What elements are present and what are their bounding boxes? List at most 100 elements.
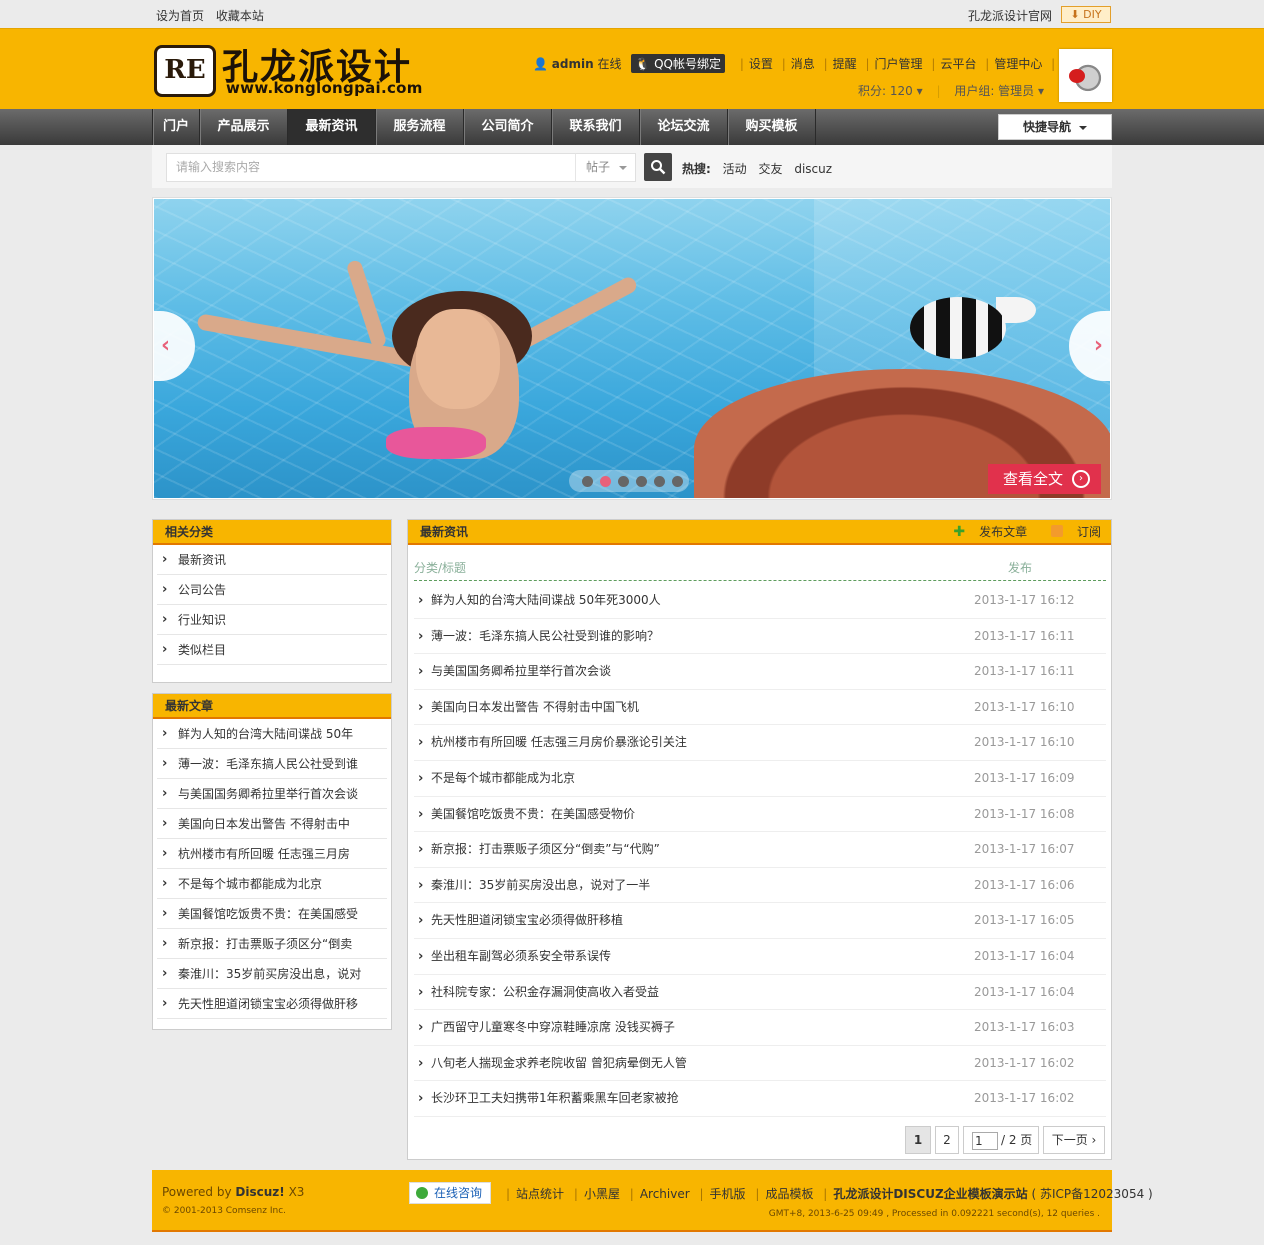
bookmark-link[interactable]: 收藏本站: [216, 9, 264, 23]
hot-search-item[interactable]: 交友: [758, 162, 782, 176]
rss-icon: [1050, 525, 1063, 537]
page-current: 1: [905, 1126, 931, 1154]
user-icon: 👤: [533, 57, 548, 71]
footer-icp[interactable]: ( 苏ICP备12023054 ): [1031, 1187, 1152, 1201]
latest-article-item[interactable]: 美国餐馆吃饭贵不贵：在美国感受: [157, 899, 387, 929]
chevron-left-icon: ‹: [161, 333, 171, 358]
qq-bind-button[interactable]: 🐧 QQ帐号绑定: [631, 54, 725, 73]
category-item[interactable]: 公司公告: [157, 575, 387, 605]
next-page-button[interactable]: 下一页 ›: [1043, 1126, 1105, 1154]
discuz-link[interactable]: Discuz!: [235, 1185, 284, 1199]
subscribe-button[interactable]: 订阅: [1041, 525, 1101, 539]
category-item[interactable]: 最新资讯: [157, 545, 387, 575]
search-bar: 请输入搜索内容 帖子 热搜: 活动 交友 discuz: [152, 145, 1112, 188]
latest-article-item[interactable]: 杭州楼市有所回暖 任志强三月房: [157, 839, 387, 869]
article-title-link[interactable]: 薄一波：毛泽东搞人民公社受到谁的影响？: [431, 619, 659, 654]
usergroup-dropdown[interactable]: 用户组: 管理员 ▾: [954, 84, 1044, 98]
nav-item-products[interactable]: 产品展示: [200, 109, 288, 145]
hot-search-item[interactable]: discuz: [794, 162, 832, 176]
avatar[interactable]: [1059, 49, 1112, 102]
article-title-link[interactable]: 坐出租车副驾必须系安全带系误传: [431, 939, 611, 974]
nav-item-buy[interactable]: 购买模板: [728, 109, 816, 145]
article-title-link[interactable]: 杭州楼市有所回暖 任志强三月房价暴涨论引关注: [431, 725, 687, 760]
article-title-link[interactable]: 美国餐馆吃饭贵不贵：在美国感受物价: [431, 797, 635, 832]
article-date: 2013-1-17 16:10: [974, 735, 1075, 750]
article-title-link[interactable]: 广西留守儿童寒冬中穿凉鞋睡凉席 没钱买褥子: [431, 1010, 675, 1045]
article-title-link[interactable]: 先天性胆道闭锁宝宝必须得做肝移植: [431, 903, 623, 938]
slider-dot[interactable]: [600, 476, 611, 487]
set-home-link[interactable]: 设为首页: [156, 9, 204, 23]
category-item[interactable]: 类似栏目: [157, 635, 387, 665]
post-article-button[interactable]: ✚ 发布文章: [943, 524, 1027, 540]
article-title-link[interactable]: 不是每个城市都能成为北京: [431, 761, 575, 796]
article-date: 2013-1-17 16:11: [974, 628, 1075, 643]
official-site-link[interactable]: 孔龙派设计官网: [968, 7, 1052, 24]
nav-item-about[interactable]: 公司简介: [464, 109, 552, 145]
table-row: 先天性胆道闭锁宝宝必须得做肝移植 2013-1-17 16:05: [414, 903, 1106, 939]
latest-article-item[interactable]: 秦淮川：35岁前买房没出息，说对: [157, 959, 387, 989]
online-consult-button[interactable]: 在线咨询: [409, 1182, 491, 1204]
page-jump[interactable]: 1/ 2 页: [963, 1126, 1039, 1154]
logo-url: www.konglongpai.com: [226, 79, 423, 97]
notifications-link[interactable]: 提醒: [833, 57, 857, 71]
article-title-link[interactable]: 新京报：打击票贩子须区分“倒卖”与“代购”: [431, 832, 660, 867]
banner-image[interactable]: [154, 199, 1110, 498]
nav-item-forum[interactable]: 论坛交流: [640, 109, 728, 145]
column-date: 发布: [1008, 561, 1033, 575]
latest-article-item[interactable]: 与美国国务卿希拉里举行首次会谈: [157, 779, 387, 809]
search-input[interactable]: 请输入搜索内容: [166, 153, 588, 182]
latest-article-item[interactable]: 薄一波：毛泽东搞人民公社受到谁: [157, 749, 387, 779]
article-title-link[interactable]: 长沙环卫工夫妇携带1年积蓄乘黑车回老家被抢: [431, 1081, 679, 1116]
admin-center-link[interactable]: 管理中心: [994, 57, 1042, 71]
article-title-link[interactable]: 八旬老人揣现金求养老院收留 曾犯病晕倒无人管: [431, 1046, 687, 1081]
latest-article-item[interactable]: 不是每个城市都能成为北京: [157, 869, 387, 899]
username-link[interactable]: admin: [552, 57, 594, 71]
slider-dot[interactable]: [618, 476, 629, 487]
portal-admin-link[interactable]: 门户管理: [875, 57, 923, 71]
footer-link-mobile[interactable]: 手机版: [710, 1187, 746, 1201]
slider-dot[interactable]: [654, 476, 665, 487]
search-button[interactable]: [644, 153, 672, 181]
article-title-link[interactable]: 美国向日本发出警告 不得射击中国飞机: [431, 690, 639, 725]
latest-articles-box: 最新文章 鲜为人知的台湾大陆间谍战 50年 薄一波：毛泽东搞人民公社受到谁 与美…: [152, 693, 392, 1030]
messages-link[interactable]: 消息: [791, 57, 815, 71]
article-title-link[interactable]: 鲜为人知的台湾大陆间谍战 50年死3000人: [431, 583, 661, 618]
copyright: © 2001-2013 Comsenz Inc.: [162, 1206, 287, 1216]
nav-item-portal[interactable]: 门户: [153, 109, 200, 145]
diy-button[interactable]: ⬇ DIY: [1061, 6, 1111, 23]
latest-article-item[interactable]: 新京报：打击票贩子须区分“倒卖: [157, 929, 387, 959]
footer-link-archiver[interactable]: Archiver: [640, 1187, 690, 1201]
footer-link-stats[interactable]: 站点统计: [516, 1187, 564, 1201]
nav-item-news[interactable]: 最新资讯: [288, 109, 376, 145]
slider-dot[interactable]: [672, 476, 683, 487]
site-logo[interactable]: RE 孔龙派设计 www.konglongpai.com: [154, 42, 444, 100]
nav-item-contact[interactable]: 联系我们: [552, 109, 640, 145]
category-item[interactable]: 行业知识: [157, 605, 387, 635]
footer-link-templates[interactable]: 成品模板: [765, 1187, 813, 1201]
slider-dot[interactable]: [636, 476, 647, 487]
categories-title: 相关分类: [153, 520, 391, 545]
settings-link[interactable]: 设置: [749, 57, 773, 71]
read-more-button[interactable]: 查看全文 ›: [988, 464, 1101, 494]
table-row: 秦淮川：35岁前买房没出息，说对了一半 2013-1-17 16:06: [414, 868, 1106, 904]
latest-article-item[interactable]: 先天性胆道闭锁宝宝必须得做肝移: [157, 989, 387, 1019]
slider-dot[interactable]: [582, 476, 593, 487]
footer-link-blacklist[interactable]: 小黑屋: [584, 1187, 620, 1201]
hot-search-item[interactable]: 活动: [723, 162, 747, 176]
search-type-select[interactable]: 帖子: [575, 153, 636, 182]
points-dropdown[interactable]: 积分: 120 ▾: [858, 84, 923, 98]
quick-nav-button[interactable]: 快捷导航: [998, 114, 1112, 140]
footer-site-name[interactable]: 孔龙派设计DISCUZ企业模板演示站: [833, 1187, 1027, 1201]
column-title: 分类/标题: [414, 561, 467, 575]
nav-item-service[interactable]: 服务流程: [376, 109, 464, 145]
article-title-link[interactable]: 秦淮川：35岁前买房没出息，说对了一半: [431, 868, 650, 903]
article-title-link[interactable]: 社科院专家：公积金存漏洞使高收入者受益: [431, 975, 659, 1010]
article-date: 2013-1-17 16:04: [974, 948, 1075, 963]
article-title-link[interactable]: 与美国国务卿希拉里举行首次会谈: [431, 654, 611, 689]
cloud-platform-link[interactable]: 云平台: [940, 57, 976, 71]
latest-articles-title: 最新文章: [153, 694, 391, 719]
page-link[interactable]: 2: [935, 1126, 959, 1154]
page-jump-input[interactable]: 1: [972, 1131, 998, 1150]
latest-article-item[interactable]: 鲜为人知的台湾大陆间谍战 50年: [157, 719, 387, 749]
latest-article-item[interactable]: 美国向日本发出警告 不得射击中: [157, 809, 387, 839]
